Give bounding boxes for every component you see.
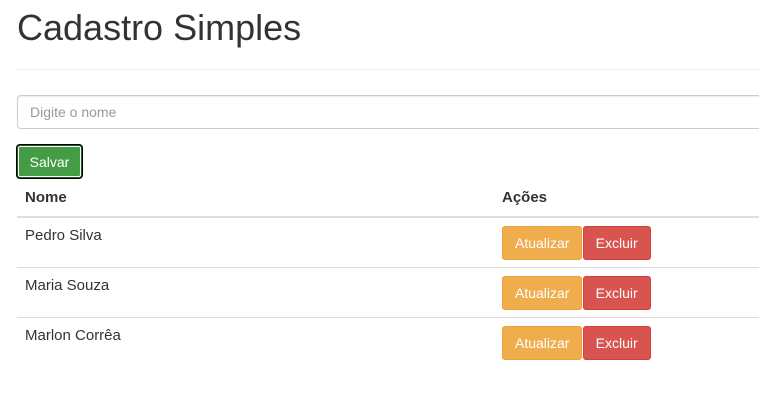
page: Cadastro Simples Salvar Nome Ações Pedro… (0, 0, 759, 409)
delete-button[interactable]: Excluir (582, 226, 651, 260)
save-button[interactable]: Salvar (17, 145, 82, 178)
row-actions: Atualizar Excluir (494, 217, 759, 268)
column-header-name: Nome (17, 178, 494, 218)
update-button[interactable]: Atualizar (502, 325, 583, 360)
update-button[interactable]: Atualizar (502, 275, 583, 310)
person-name: Pedro Silva (17, 217, 494, 268)
title-divider (17, 69, 759, 70)
table-header-row: Nome Ações (17, 178, 759, 218)
column-header-actions: Ações (494, 178, 759, 218)
delete-button[interactable]: Excluir (582, 275, 651, 310)
people-table: Nome Ações Pedro Silva Atualizar Excluir… (17, 178, 759, 367)
row-actions: Atualizar Excluir (494, 317, 759, 367)
person-name: Marlon Corrêa (25, 326, 121, 344)
name-input[interactable] (17, 95, 759, 129)
page-title: Cadastro Simples (17, 7, 302, 48)
update-button[interactable]: Atualizar (502, 226, 583, 260)
row-actions: Atualizar Excluir (494, 267, 759, 318)
table-row: Pedro Silva Atualizar Excluir (17, 217, 759, 268)
person-name: Maria Souza (17, 267, 494, 318)
delete-button[interactable]: Excluir (582, 325, 651, 360)
table-row: Maria Souza Atualizar Excluir (17, 267, 759, 318)
table-row: Marlon Corrêa Atualizar Excluir (17, 317, 759, 367)
